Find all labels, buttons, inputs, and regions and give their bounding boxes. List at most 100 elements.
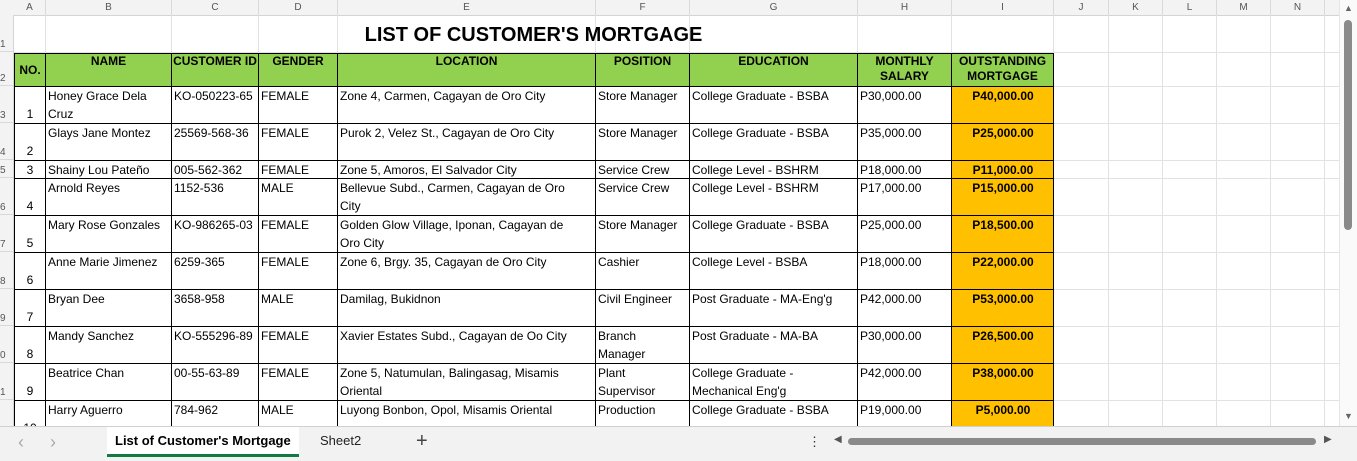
column-header-k[interactable]: K (1109, 0, 1163, 15)
column-header-e[interactable]: E (338, 0, 596, 15)
column-header-m[interactable]: M (1217, 0, 1271, 15)
cell-customer-id[interactable]: KO-050223-65 (171, 86, 259, 124)
column-header-i[interactable]: I (952, 0, 1054, 15)
cell-customer-id[interactable]: 005-562-362 (171, 160, 259, 179)
row-header[interactable]: 1 (0, 15, 13, 52)
cell-location[interactable]: Zone 4, Carmen, Cagayan de Oro City (337, 86, 596, 124)
more-options-icon[interactable]: ⋮ (808, 434, 821, 450)
cell-customer-id[interactable]: 25569-568-36 (171, 123, 259, 161)
vertical-scroll-thumb[interactable] (1344, 20, 1352, 230)
cell-name[interactable]: Bryan Dee (45, 289, 172, 327)
cell-monthly-salary[interactable]: P18,000.00 (857, 252, 952, 290)
column-header-b[interactable]: B (46, 0, 172, 15)
cell-education[interactable]: Post Graduate - MA-Eng'g (689, 289, 858, 327)
cell-monthly-salary[interactable]: P19,000.00 (857, 400, 952, 426)
cell-position[interactable]: Civil Engineer (595, 289, 690, 327)
scroll-down-icon[interactable]: ▼ (1344, 411, 1353, 421)
cell-customer-id[interactable]: 6259-365 (171, 252, 259, 290)
cell-position[interactable]: Production (595, 400, 690, 426)
cell-outstanding-mortgage[interactable]: P26,500.00 (951, 326, 1054, 364)
column-header-f[interactable]: F (596, 0, 690, 15)
cell-gender[interactable]: FEMALE (258, 363, 338, 401)
column-header-j[interactable]: J (1054, 0, 1109, 15)
column-header-c[interactable]: C (172, 0, 259, 15)
cell-no[interactable]: 8 (14, 326, 46, 364)
cell-no[interactable]: 4 (14, 178, 46, 216)
cell-location[interactable]: Golden Glow Village, Iponan, Cagayan de … (337, 215, 596, 253)
column-header-g[interactable]: G (690, 0, 858, 15)
column-header-d[interactable]: D (259, 0, 338, 15)
cell-gender[interactable]: MALE (258, 178, 338, 216)
cell-education[interactable]: College Graduate - BSBA (689, 400, 858, 426)
cell-gender[interactable]: FEMALE (258, 326, 338, 364)
cell-gender[interactable]: FEMALE (258, 160, 338, 179)
cell-outstanding-mortgage[interactable]: P40,000.00 (951, 86, 1054, 124)
column-header-n[interactable]: N (1271, 0, 1325, 15)
cell-outstanding-mortgage[interactable]: P22,000.00 (951, 252, 1054, 290)
cell-monthly-salary[interactable]: P35,000.00 (857, 123, 952, 161)
cell-location[interactable]: Luyong Bonbon, Opol, Misamis Oriental (337, 400, 596, 426)
cell-education[interactable]: College Level - BSHRM (689, 178, 858, 216)
cell-name[interactable]: Shainy Lou Pateño (45, 160, 172, 179)
cell-location[interactable]: Zone 5, Amoros, El Salvador City (337, 160, 596, 179)
cell-location[interactable]: Xavier Estates Subd., Cagayan de Oo City (337, 326, 596, 364)
column-header-h[interactable]: H (858, 0, 952, 15)
header-no[interactable]: NO. (14, 53, 46, 87)
cell-monthly-salary[interactable]: P17,000.00 (857, 178, 952, 216)
row-header[interactable]: 8 (0, 252, 13, 289)
cell-customer-id[interactable]: KO-986265-03 (171, 215, 259, 253)
tab-list-of-customers-mortgage[interactable]: List of Customer's Mortgage (107, 427, 299, 457)
cell-name[interactable]: Glays Jane Montez (45, 123, 172, 161)
cell-location[interactable]: Damilag, Bukidnon (337, 289, 596, 327)
prev-sheet-icon[interactable]: ‹ (18, 432, 24, 453)
column-header-a[interactable]: A (14, 0, 46, 15)
cell-no[interactable]: 7 (14, 289, 46, 327)
cell-no[interactable]: 2 (14, 123, 46, 161)
row-header[interactable]: 3 (0, 86, 13, 123)
cell-name[interactable]: Honey Grace Dela Cruz (45, 86, 172, 124)
horizontal-scrollbar[interactable]: ◀ ▶ (832, 434, 1338, 448)
cell-position[interactable]: Service Crew (595, 178, 690, 216)
cell-no[interactable]: 5 (14, 215, 46, 253)
vertical-scrollbar[interactable]: ▲ ▼ (1339, 0, 1357, 426)
cell-monthly-salary[interactable]: P30,000.00 (857, 86, 952, 124)
cell-gender[interactable]: MALE (258, 289, 338, 327)
cell-no[interactable]: 6 (14, 252, 46, 290)
row-header[interactable]: 2 (0, 52, 13, 86)
header-monthly-salary[interactable]: MONTHLY SALARY (857, 53, 952, 87)
tab-sheet2[interactable]: Sheet2 (312, 427, 369, 457)
add-sheet-button[interactable]: + (416, 430, 428, 453)
cell-no[interactable]: 1 (14, 86, 46, 124)
cell-gender[interactable]: FEMALE (258, 252, 338, 290)
cell-monthly-salary[interactable]: P30,000.00 (857, 326, 952, 364)
cell-name[interactable]: Beatrice Chan (45, 363, 172, 401)
sheet-title[interactable]: LIST OF CUSTOMER'S MORTGAGE (14, 24, 1053, 47)
header-name[interactable]: NAME (45, 53, 172, 87)
next-sheet-icon[interactable]: › (50, 432, 56, 453)
cell-position[interactable]: Cashier (595, 252, 690, 290)
cell-name[interactable]: Anne Marie Jimenez (45, 252, 172, 290)
cell-customer-id[interactable]: KO-555296-89 (171, 326, 259, 364)
cell-education[interactable]: College Level - BSBA (689, 252, 858, 290)
cell-outstanding-mortgage[interactable]: P5,000.00 (951, 400, 1054, 426)
row-header[interactable]: 6 (0, 178, 13, 215)
cell-location[interactable]: Purok 2, Velez St., Cagayan de Oro City (337, 123, 596, 161)
cell-gender[interactable]: FEMALE (258, 86, 338, 124)
cell-monthly-salary[interactable]: P25,000.00 (857, 215, 952, 253)
cell-gender[interactable]: FEMALE (258, 123, 338, 161)
cell-education[interactable]: College Level - BSHRM (689, 160, 858, 179)
cell-monthly-salary[interactable]: P42,000.00 (857, 289, 952, 327)
cell-education[interactable]: College Graduate - BSBA (689, 215, 858, 253)
column-header-l[interactable]: L (1163, 0, 1217, 15)
cell-name[interactable]: Mandy Sanchez (45, 326, 172, 364)
cell-no[interactable]: 9 (14, 363, 46, 401)
row-header[interactable]: 7 (0, 215, 13, 252)
cell-education[interactable]: College Graduate - Mechanical Eng'g (689, 363, 858, 401)
cell-outstanding-mortgage[interactable]: P53,000.00 (951, 289, 1054, 327)
cell-name[interactable]: Arnold Reyes (45, 178, 172, 216)
cell-position[interactable]: Plant Supervisor (595, 363, 690, 401)
cell-position[interactable]: Branch Manager (595, 326, 690, 364)
horizontal-scroll-thumb[interactable] (848, 438, 1316, 445)
scroll-up-icon[interactable]: ▲ (1344, 3, 1353, 13)
header-location[interactable]: LOCATION (337, 53, 596, 87)
